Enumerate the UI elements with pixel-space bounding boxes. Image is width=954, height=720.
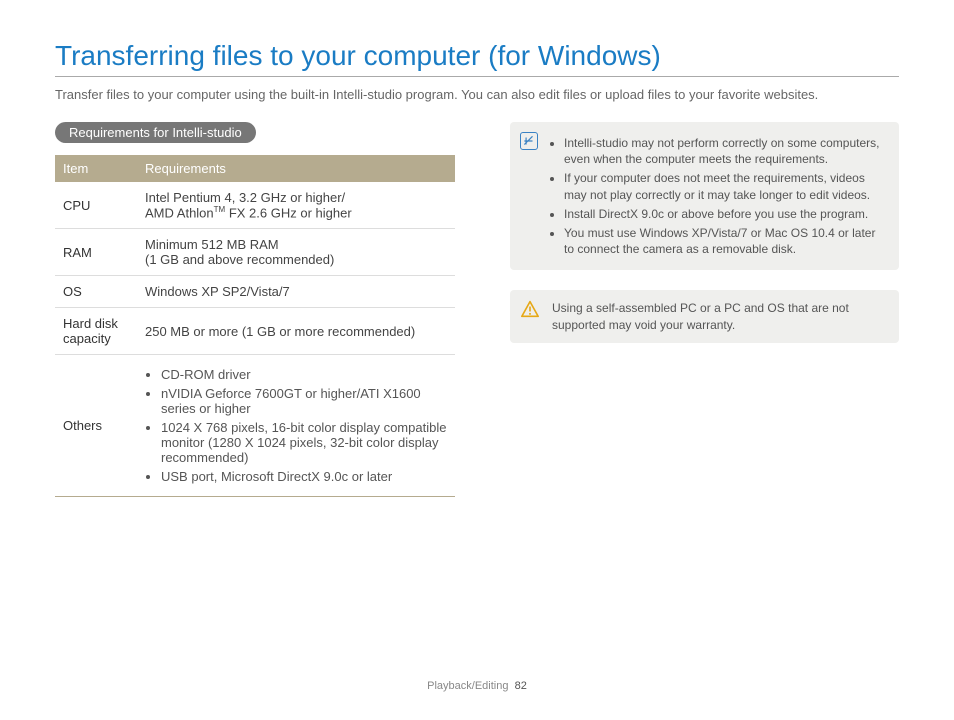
table-row: OS Windows XP SP2/Vista/7 <box>55 276 455 308</box>
cell-cpu-label: CPU <box>55 182 137 229</box>
list-item: If your computer does not meet the requi… <box>564 170 885 202</box>
cell-hd-label: Hard disk capacity <box>55 308 137 355</box>
th-requirements: Requirements <box>137 155 455 182</box>
cell-os-label: OS <box>55 276 137 308</box>
footer-section: Playback/Editing <box>427 680 508 692</box>
note-icon <box>520 132 538 150</box>
cell-others-value: CD-ROM driver nVIDIA Geforce 7600GT or h… <box>137 355 455 497</box>
list-item: nVIDIA Geforce 7600GT or higher/ATI X160… <box>161 386 447 416</box>
section-pill-requirements: Requirements for Intelli-studio <box>55 122 256 143</box>
page-title: Transferring files to your computer (for… <box>55 40 899 77</box>
table-row: Hard disk capacity 250 MB or more (1 GB … <box>55 308 455 355</box>
page-footer: Playback/Editing 82 <box>0 680 954 692</box>
list-item: You must use Windows XP/Vista/7 or Mac O… <box>564 225 885 257</box>
table-row: RAM Minimum 512 MB RAM (1 GB and above r… <box>55 229 455 276</box>
footer-page-number: 82 <box>515 680 527 692</box>
list-item: CD-ROM driver <box>161 367 447 382</box>
th-item: Item <box>55 155 137 182</box>
cell-others-label: Others <box>55 355 137 497</box>
list-item: Install DirectX 9.0c or above before you… <box>564 206 885 222</box>
warning-icon <box>520 300 540 318</box>
cell-ram-value: Minimum 512 MB RAM (1 GB and above recom… <box>137 229 455 276</box>
cell-os-value: Windows XP SP2/Vista/7 <box>137 276 455 308</box>
intro-text: Transfer files to your computer using th… <box>55 87 899 102</box>
list-item: 1024 X 768 pixels, 16-bit color display … <box>161 420 447 465</box>
table-row: Others CD-ROM driver nVIDIA Geforce 7600… <box>55 355 455 497</box>
list-item: Intelli-studio may not perform correctly… <box>564 135 885 167</box>
warning-box: Using a self-assembled PC or a PC and OS… <box>510 290 899 342</box>
table-row: CPU Intel Pentium 4, 3.2 GHz or higher/ … <box>55 182 455 229</box>
note-box: Intelli-studio may not perform correctly… <box>510 122 899 270</box>
requirements-table: Item Requirements CPU Intel Pentium 4, 3… <box>55 155 455 497</box>
cell-cpu-value: Intel Pentium 4, 3.2 GHz or higher/ AMD … <box>137 182 455 229</box>
cell-ram-label: RAM <box>55 229 137 276</box>
warning-text: Using a self-assembled PC or a PC and OS… <box>552 301 849 331</box>
cell-hd-value: 250 MB or more (1 GB or more recommended… <box>137 308 455 355</box>
list-item: USB port, Microsoft DirectX 9.0c or late… <box>161 469 447 484</box>
